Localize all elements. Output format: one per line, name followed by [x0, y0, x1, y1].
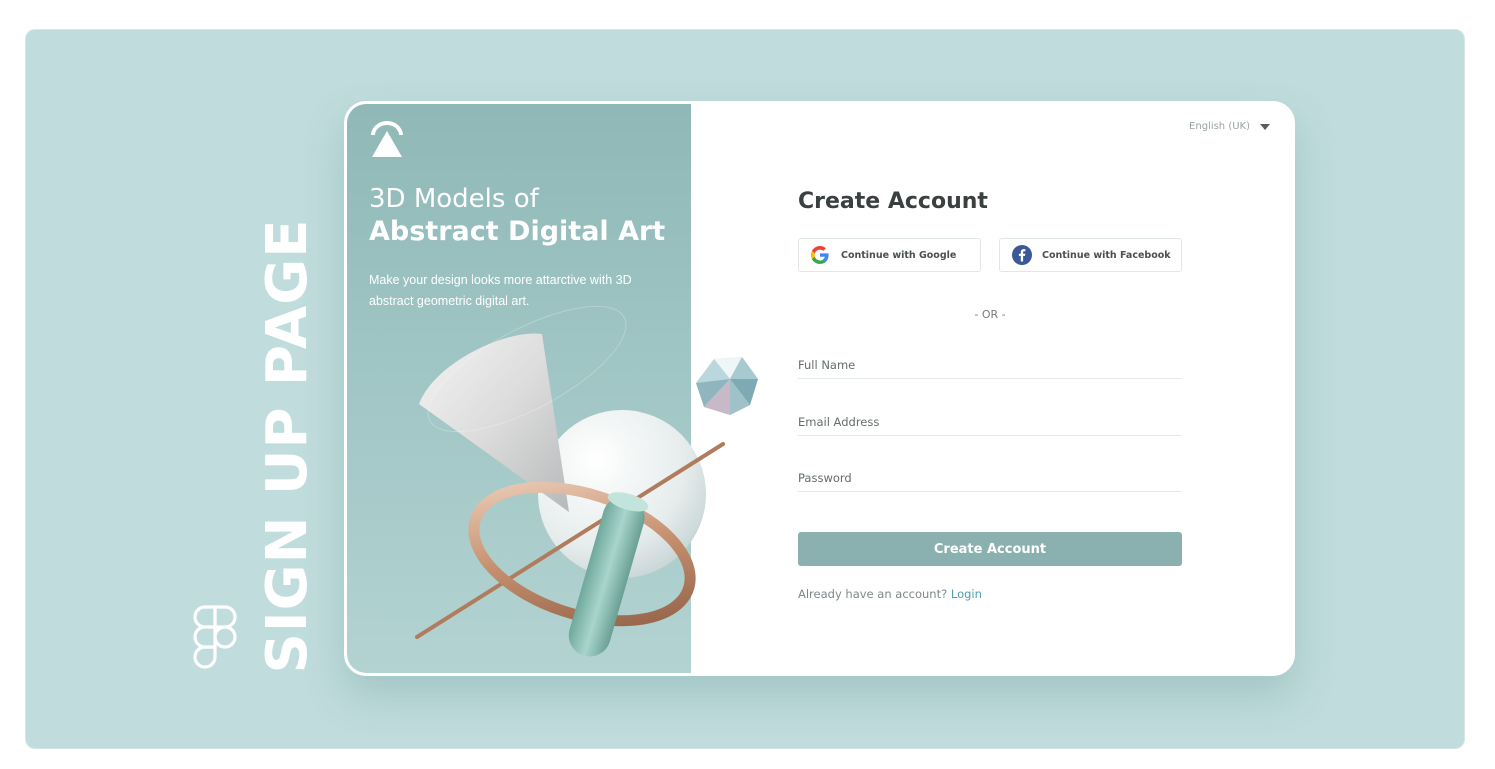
caret-down-icon: [1260, 123, 1270, 130]
or-separator: - OR -: [974, 308, 1006, 321]
login-link[interactable]: Login: [951, 587, 982, 601]
figma-icon: [193, 605, 237, 669]
full-name-field-wrapper: [798, 351, 1182, 379]
facebook-button-label: Continue with Facebook: [1042, 249, 1171, 261]
login-prompt-text: Already have an account?: [798, 587, 948, 601]
facebook-icon: [1012, 245, 1032, 265]
language-selector[interactable]: English (UK): [1189, 121, 1270, 132]
signup-form: Create Account Continue with Google Cont…: [798, 104, 1182, 673]
side-title: SIGN UP PAGE: [255, 218, 320, 674]
login-prompt: Already have an account? Login: [798, 587, 982, 601]
google-button-label: Continue with Google: [841, 249, 957, 261]
full-name-input[interactable]: [798, 351, 1182, 378]
form-title: Create Account: [798, 189, 988, 214]
language-label: English (UK): [1189, 121, 1250, 132]
google-signin-button[interactable]: Continue with Google: [798, 238, 981, 272]
password-field-wrapper: [798, 464, 1182, 492]
signup-card: 3D Models of Abstract Digital Art Make y…: [344, 101, 1295, 676]
email-field-wrapper: [798, 408, 1182, 436]
google-icon: [811, 246, 829, 264]
facebook-signin-button[interactable]: Continue with Facebook: [999, 238, 1182, 272]
create-account-button[interactable]: Create Account: [798, 532, 1182, 566]
password-input[interactable]: [798, 464, 1182, 491]
crystal-gem-artwork: [696, 357, 758, 415]
email-input[interactable]: [798, 408, 1182, 435]
